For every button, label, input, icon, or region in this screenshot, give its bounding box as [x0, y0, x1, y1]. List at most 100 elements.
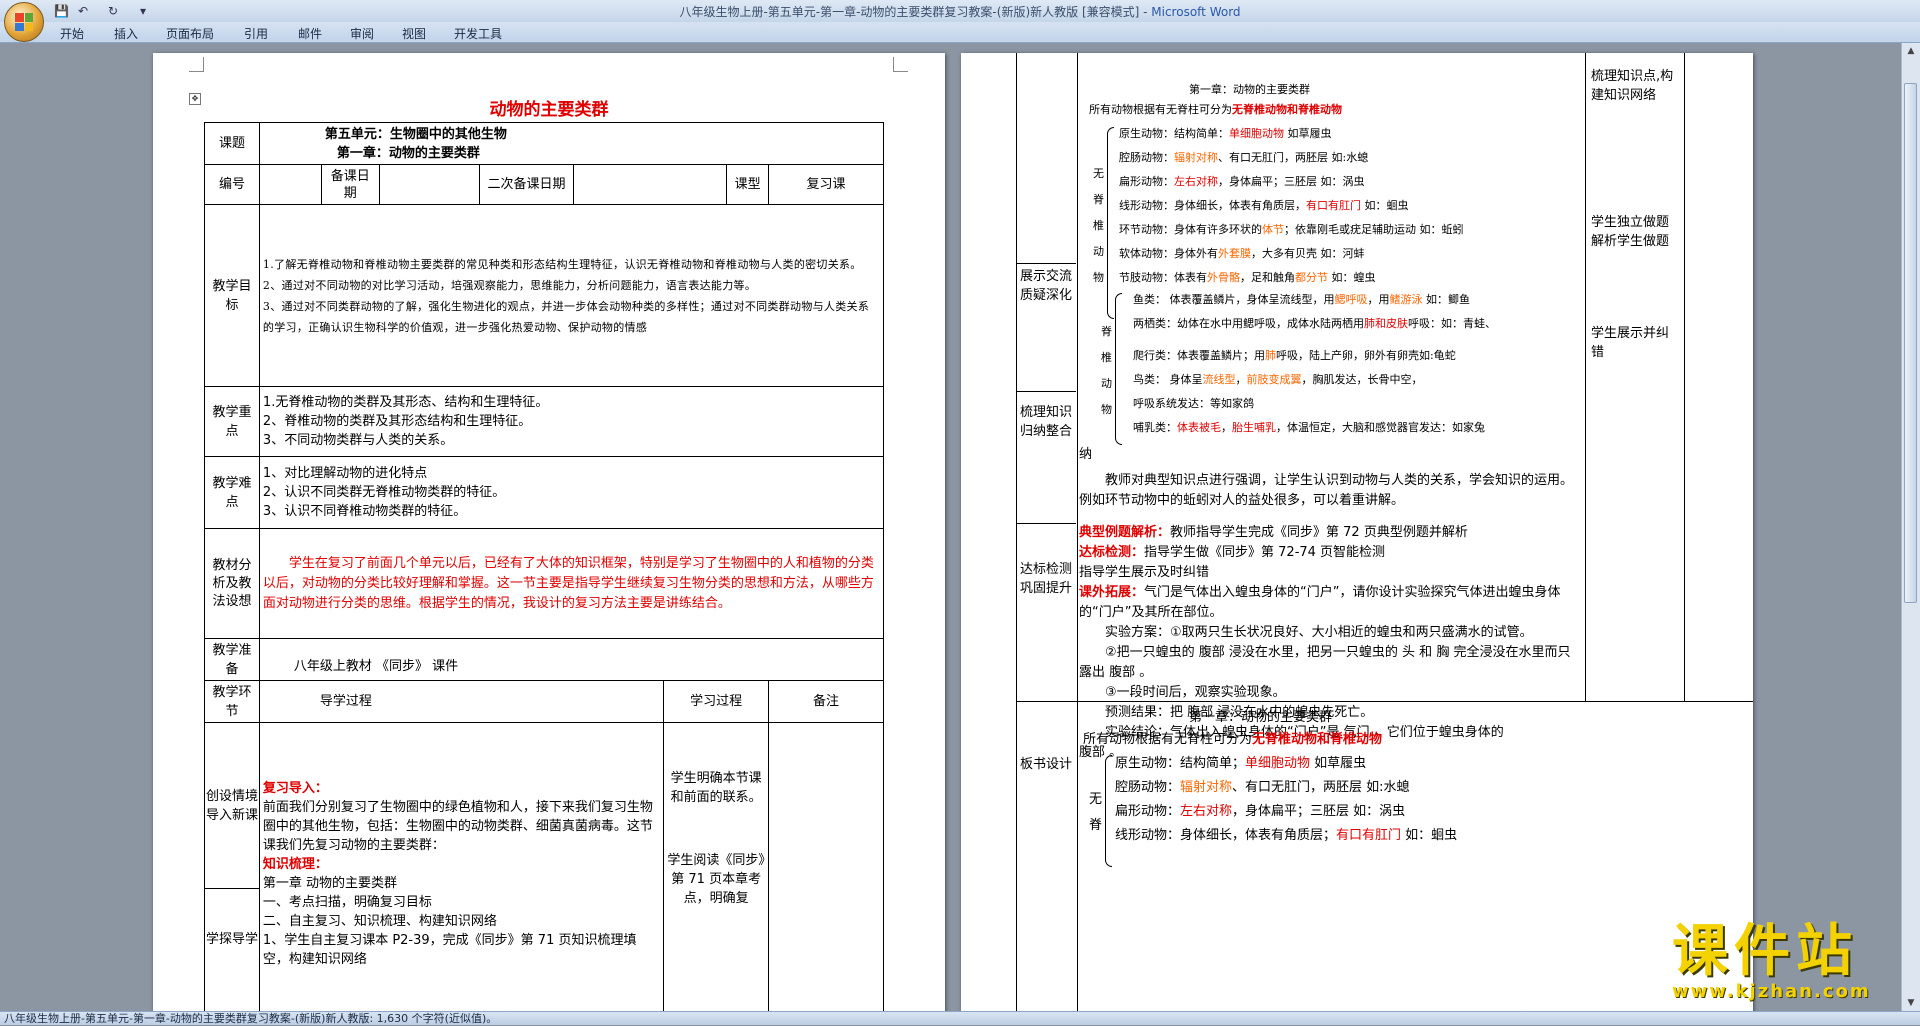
consolidate-end: 纳 — [1079, 447, 1093, 462]
text: 如：鲫鱼 — [1422, 293, 1470, 306]
page-title: 动物的主要类群 — [489, 100, 609, 120]
topic-line1: 第五单元：生物圈中的其他生物 — [324, 126, 507, 142]
lesson-plan-table: 课题 第五单元：生物圈中的其他生物 第一章：动物的主要类群 编号 备课日期 二次… — [204, 122, 885, 1011]
text: 如：蛔虫 — [1401, 828, 1458, 843]
brace — [1107, 127, 1114, 319]
teacher-note: 教师对典型知识点进行强调，让学生认识到动物与人类的关系，学会知识的运用。例如环节… — [1079, 473, 1574, 508]
topic-line2: 第一章：动物的主要类群 — [336, 145, 480, 161]
tab-home[interactable]: 开始 — [60, 25, 84, 42]
divider — [1016, 263, 1076, 264]
check-label: 达标检测： — [1079, 545, 1145, 560]
office-button[interactable] — [4, 2, 44, 42]
board-item: 扁形动物：左右对称，身体扁平；三胚层 如：涡虫 — [1115, 803, 1405, 820]
text: 原生动物：结构简单： — [1119, 127, 1229, 140]
text: 哺乳类： — [1133, 421, 1177, 434]
vert-item: 鸟类： 身体呈流线型，前肢变成翼，胸肌发达，长骨中空， — [1133, 373, 1423, 386]
text: 呼吸，陆上产卵，卵外有卵壳如:龟蛇 — [1276, 349, 1456, 362]
typical-text: 教师指导学生完成《同步》第 72 页典型例题并解析 — [1170, 525, 1468, 540]
vert-item: 哺乳类：体表被毛，胎生哺乳，体温恒定，大脑和感觉器官发达：如家兔 — [1133, 421, 1485, 434]
goal-item: 1.了解无脊椎动物和脊椎动物主要类群的常见种类和形态结构生理特征，认识无脊椎动物… — [262, 257, 862, 271]
step2-label: 学探导学 — [205, 931, 258, 947]
page-1[interactable]: ✥ 动物的主要类群 课题 第五单元：生物圈中的其他生物 第一章：动物的主要类群 … — [153, 53, 945, 1011]
board-design: 第一章：动物的主要类群 所有动物根据有无脊柱可分为无脊椎动物和脊椎动物 无脊 原… — [1079, 707, 1579, 1011]
vert-item: 鱼类： 体表覆盖鳞片，身体呈流线型，用鳃呼吸，用鳍游泳 如：鲫鱼 — [1133, 293, 1470, 306]
board-group-label: 无脊 — [1089, 792, 1103, 833]
plan-step: ②把一只蝗虫的 腹部 浸没在水里，把另一只蝗虫的 头 和 胸 完全浸没在水里而只… — [1079, 645, 1571, 680]
plan-step: 实验方案：①取两只生长状况良好、大小相近的蝗虫和两只盛满水的试管。 — [1105, 625, 1533, 640]
tab-mailings[interactable]: 邮件 — [298, 25, 322, 42]
vert-group-label: 脊椎动物 — [1101, 325, 1112, 416]
app-name: Microsoft Word — [1151, 5, 1241, 19]
tab-developer[interactable]: 开发工具 — [454, 25, 502, 42]
text: ， — [1235, 373, 1247, 386]
comb-line: 第一章 动物的主要类群 — [262, 876, 398, 891]
tab-page-layout[interactable]: 页面布局 — [166, 25, 214, 42]
code-value[interactable] — [258, 164, 322, 205]
board-item: 腔肠动物：辐射对称、有口无肛门，两胚层 如:水螅 — [1115, 779, 1410, 796]
window-title: 八年级生物上册-第五单元-第一章-动物的主要类群复习教案-(新版)新人教版 [兼… — [0, 3, 1920, 20]
text: 腔肠动物： — [1115, 780, 1181, 795]
table-row: 教学准备 八年级上教材 《同步》 课件 — [204, 638, 885, 681]
prep-date-value[interactable] — [378, 164, 480, 205]
step1-label: 创设情境导入新课 — [205, 723, 259, 889]
invert-group-label: 无脊椎动物 — [1093, 167, 1104, 284]
tab-review[interactable]: 审阅 — [350, 25, 374, 42]
note-cell[interactable] — [768, 722, 884, 1011]
scroll-up-icon[interactable]: ▲ — [1905, 45, 1917, 57]
text: 如：蛔虫 — [1361, 199, 1409, 212]
goal-item: 3、通过对不同类群动物的了解，强化生物进化的观点，并进一步体会动物种类的多样性；… — [262, 299, 870, 334]
goal-item: 2、通过对不同动物的对比学习活动，培强观察能力，思维能力，分析问题能力，语言表达… — [262, 278, 757, 292]
plan-step: ③一段时间后，观察实验现象。 — [1105, 685, 1286, 700]
text: 软体动物：身体外有 — [1119, 247, 1218, 260]
prep-date2-value[interactable] — [573, 164, 728, 205]
ribbon-tabs: 开始 插入 页面布局 引用 邮件 审阅 视图 开发工具 — [0, 22, 1920, 43]
board-intro: 所有动物根据有无脊柱可分为无脊椎动物和脊椎动物 — [1083, 731, 1382, 748]
review-intro-text: 前面我们分别复习了生物圈中的绿色植物和人，接下来我们复习生物圈中的其他生物，包括… — [262, 800, 653, 853]
document-area[interactable]: ✥ 动物的主要类群 课题 第五单元：生物圈中的其他生物 第一章：动物的主要类群 … — [0, 43, 1900, 1011]
prep-label: 教学准备 — [204, 638, 260, 681]
text: ， — [1221, 421, 1232, 434]
tab-view[interactable]: 视图 — [402, 25, 426, 42]
key-cell: 1.无脊椎动物的类群及其形态、结构和生理特征。 2、脊椎动物的类群及其形态结构和… — [258, 386, 885, 457]
right-label: 学生独立做题解析学生做题 — [1591, 215, 1670, 249]
board-intro-red: 无脊椎动物和脊椎动物 — [1252, 732, 1383, 747]
highlight: 肺 — [1265, 349, 1276, 362]
step-cell: 创设情境导入新课 学探导学 — [204, 722, 260, 1011]
text: 如草履虫 — [1284, 127, 1332, 140]
board-title: 第一章：动物的主要类群 — [1189, 710, 1333, 725]
extension-label: 课外拓展： — [1079, 585, 1145, 600]
tab-references[interactable]: 引用 — [244, 25, 268, 42]
tab-insert[interactable]: 插入 — [114, 25, 138, 42]
invert-item: 软体动物：身体外有外套膜，大多有贝壳 如：河蚌 — [1119, 247, 1365, 260]
goal-label: 教学目标 — [204, 204, 260, 387]
table-row: 编号 备课日期 二次备课日期 课型 复习课 — [204, 164, 884, 205]
highlight: 外骨骼 — [1207, 271, 1240, 284]
highlight: 鳍游泳 — [1389, 293, 1423, 306]
vertical-scrollbar[interactable]: ▲ ▼ — [1901, 43, 1920, 1011]
table-row: 教学难点 1、对比理解动物的进化特点 2、认识不同类群无脊椎动物类群的特征。 3… — [204, 456, 885, 529]
key-item: 3、不同动物类群与人类的关系。 — [262, 433, 454, 448]
text: 环节动物：身体有许多环状的 — [1119, 223, 1262, 236]
highlight: 都分节 — [1295, 271, 1328, 284]
highlight: 外套膜 — [1218, 247, 1251, 260]
prep-date-label: 备课日期 — [320, 164, 380, 205]
page-2[interactable]: 展示交流质疑深化 梳理知识归纳整合 达标检测巩固提升 板书设计 梳理知识点,构建… — [961, 53, 1753, 1011]
table-row: 课题 第五单元：生物圈中的其他生物 第一章：动物的主要类群 — [204, 122, 885, 165]
board-intro-text: 所有动物根据有无脊柱可分为 — [1083, 732, 1253, 747]
highlight: 鳃呼吸 — [1334, 293, 1368, 306]
invert-item: 腔肠动物：辐射对称、有口无肛门，两胚层 如:水螅 — [1119, 151, 1368, 164]
process-label: 学习过程 — [663, 680, 770, 723]
difficulty-item: 3、认识不同脊椎动物类群的特征。 — [262, 504, 467, 519]
highlight: 胎生哺乳 — [1232, 421, 1276, 434]
comb-line: 二、自主复习、知识梳理、构建知识网络 — [262, 914, 497, 929]
check-text2: 指导学生展示及时纠错 — [1079, 565, 1210, 580]
highlight: 单细胞动物 — [1245, 756, 1311, 771]
brace — [1105, 755, 1112, 867]
scroll-thumb[interactable] — [1904, 83, 1917, 603]
extension-text: 气门是气体出入蝗虫身体的“门户”，请你设计实验探究气体进出蝗虫身体的“门户”及其… — [1079, 585, 1561, 620]
crop-mark — [189, 57, 204, 72]
table-row: 创设情境导入新课 学探导学 复习导入： 前面我们分别复习了生物圈中的绿色植物和人… — [204, 722, 884, 1011]
text: ，身体扁平；三胚层 如：涡虫 — [1218, 175, 1365, 188]
right-label: 学生展示并纠错 — [1591, 326, 1670, 360]
text: 两栖类：幼体在水中用鳃呼吸，成体水陆两栖用 — [1133, 317, 1364, 330]
